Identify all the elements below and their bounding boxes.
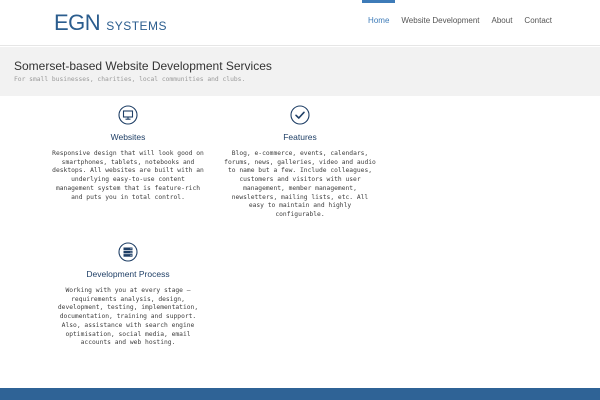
- feature-text: Blog, e-commerce, events, calendars, for…: [224, 150, 376, 218]
- feature-title: Features: [283, 132, 317, 142]
- nav-item-website-development[interactable]: Website Development: [395, 0, 485, 46]
- nav-item-contact[interactable]: Contact: [518, 0, 558, 46]
- feature-websites: Websites Responsive design that will loo…: [48, 105, 208, 202]
- page-subtitle: For small businesses, charities, local c…: [14, 76, 246, 83]
- nav-item-about[interactable]: About: [486, 0, 519, 46]
- check-icon: [290, 105, 310, 125]
- nav-item-home[interactable]: Home: [362, 0, 396, 46]
- logo-sub-text: SYSTEMS: [106, 19, 168, 33]
- site-logo[interactable]: EGN SYSTEMS: [54, 10, 167, 36]
- feature-text: Responsive design that will look good on…: [52, 150, 204, 201]
- site-header: EGN SYSTEMS Home Website Development Abou…: [0, 0, 600, 46]
- feature-text: Working with you at every stage – requir…: [57, 287, 199, 347]
- page-title: Somerset-based Website Development Servi…: [14, 59, 272, 73]
- feature-features: Features Blog, e-commerce, events, calen…: [220, 105, 380, 220]
- feature-development-process: Development Process Working with you at …: [48, 242, 208, 348]
- page-banner: Somerset-based Website Development Servi…: [0, 47, 600, 96]
- monitor-icon: [118, 105, 138, 125]
- feature-title: Development Process: [86, 269, 170, 279]
- main-nav: Home Website Development About Contact: [362, 0, 558, 46]
- logo-main-text: EGN: [54, 10, 101, 35]
- server-icon: [118, 242, 138, 262]
- feature-title: Websites: [110, 132, 146, 142]
- site-footer: [0, 388, 600, 400]
